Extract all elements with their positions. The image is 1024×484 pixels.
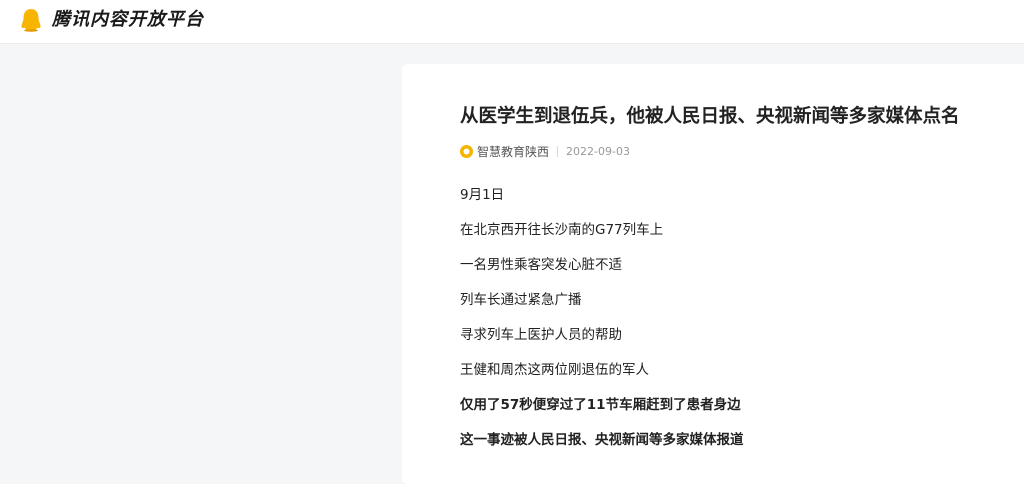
- article-card: 从医学生到退伍兵，他被人民日报、央视新闻等多家媒体点名 智慧教育陕西 2022-…: [402, 64, 1024, 484]
- paragraph: 列车长通过紧急广播: [460, 292, 582, 308]
- top-header-bar: 腾讯内容开放平台: [0, 0, 1024, 44]
- publish-date: 2022-09-03: [566, 144, 630, 158]
- article-title: 从医学生到退伍兵，他被人民日报、央视新闻等多家媒体点名: [460, 106, 960, 127]
- paragraph-bold: 这一事迹被人民日报、央视新闻等多家媒体报道: [460, 432, 744, 448]
- paragraph: 一名男性乘客突发心脏不适: [460, 257, 622, 273]
- paragraph: 9月1日: [460, 187, 505, 203]
- paragraph: 王健和周杰这两位刚退伍的军人: [460, 362, 649, 378]
- paragraph: 在北京西开往长沙南的G77列车上: [460, 222, 664, 238]
- author-avatar-icon: [460, 144, 473, 158]
- site-title[interactable]: 腾讯内容开放平台: [52, 8, 204, 32]
- paragraph-bold: 仅用了57秒便穿过了11节车厢赶到了患者身边: [460, 397, 741, 413]
- author-name[interactable]: 智慧教育陕西: [477, 143, 549, 160]
- meta-divider: [557, 145, 559, 157]
- article-meta: 智慧教育陕西 2022-09-03: [460, 143, 630, 159]
- penguin-logo-icon[interactable]: [20, 8, 42, 32]
- paragraph: 寻求列车上医护人员的帮助: [460, 327, 622, 343]
